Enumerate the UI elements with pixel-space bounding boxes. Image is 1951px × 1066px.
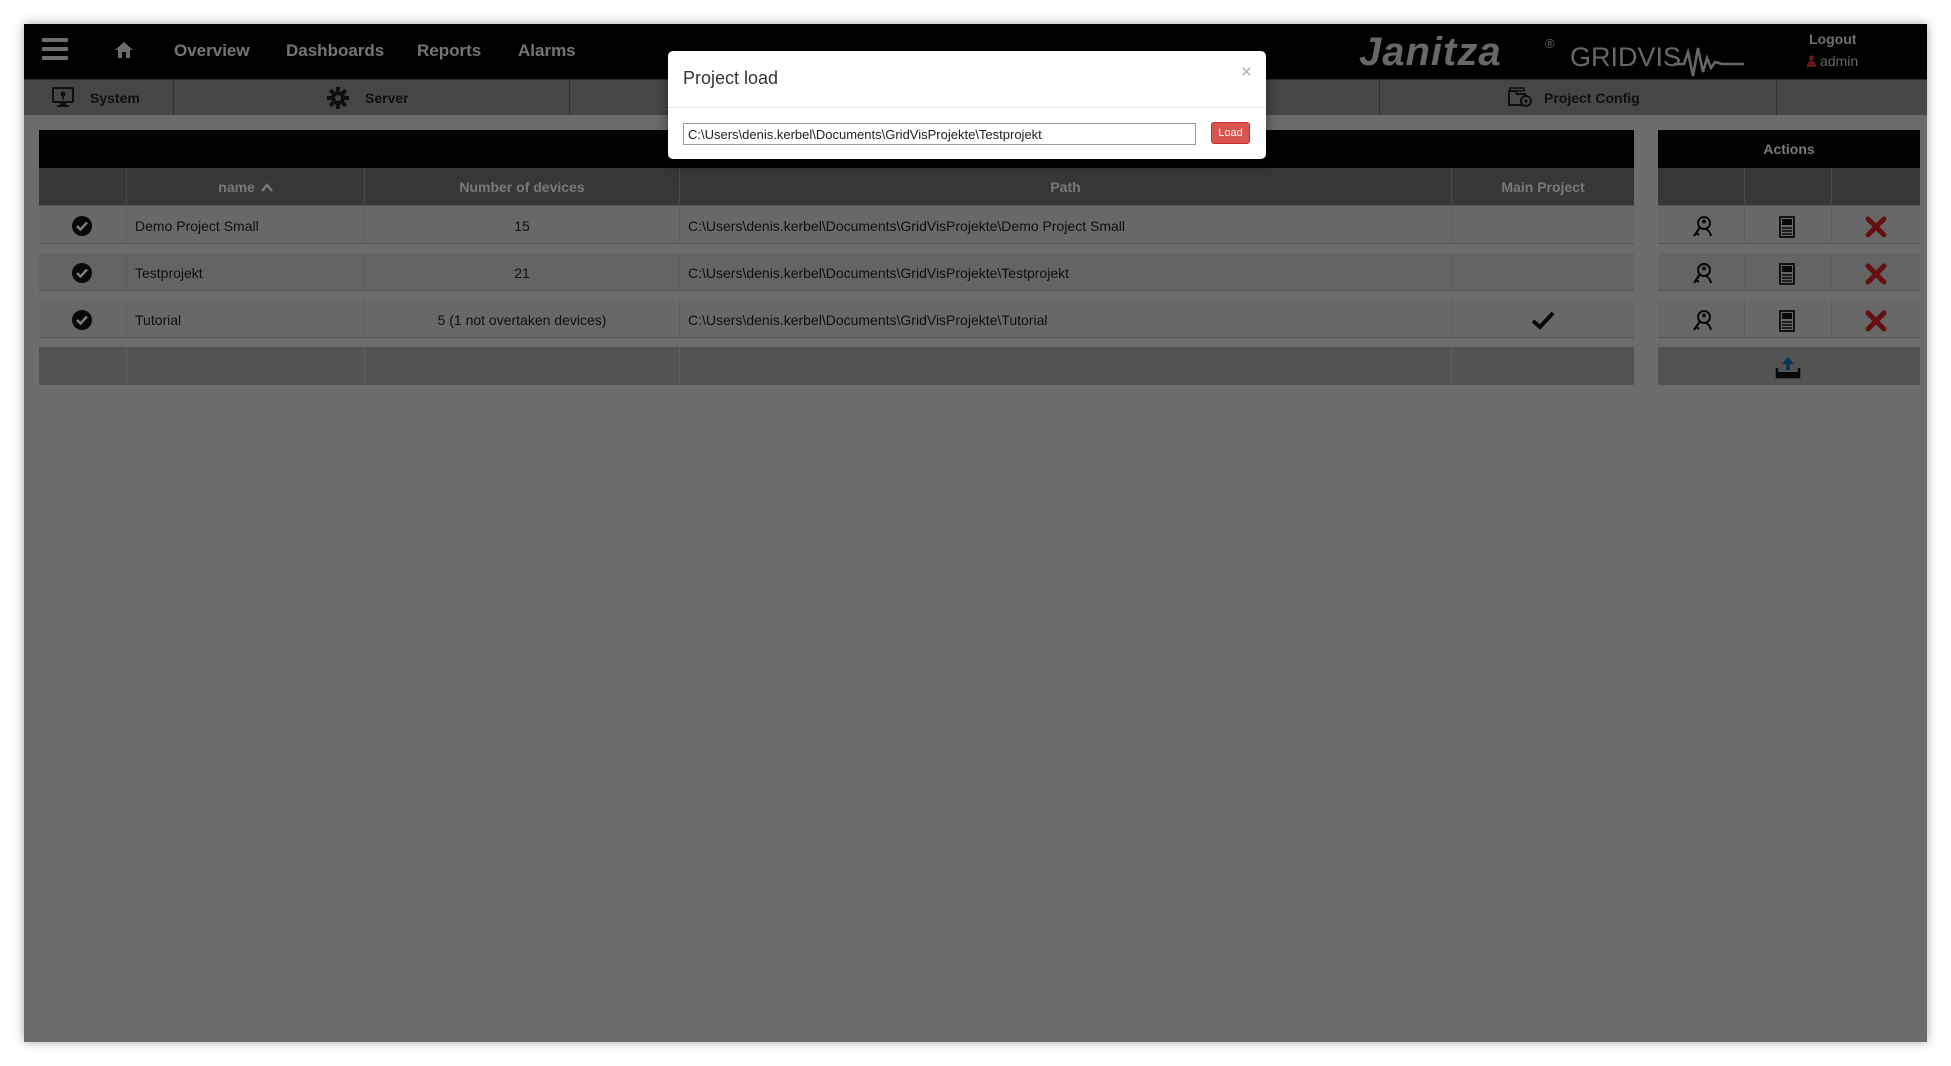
app-window: Overview Dashboards Reports Alarms Janit… xyxy=(24,24,1927,1042)
project-path-input[interactable] xyxy=(683,123,1196,145)
modal-backdrop[interactable] xyxy=(24,24,1927,1042)
dialog-divider xyxy=(668,107,1266,108)
close-icon[interactable]: × xyxy=(1241,63,1252,82)
load-button[interactable]: Load xyxy=(1211,122,1250,144)
project-load-dialog: Project load × Load xyxy=(668,51,1266,159)
dialog-title: Project load xyxy=(683,68,779,88)
